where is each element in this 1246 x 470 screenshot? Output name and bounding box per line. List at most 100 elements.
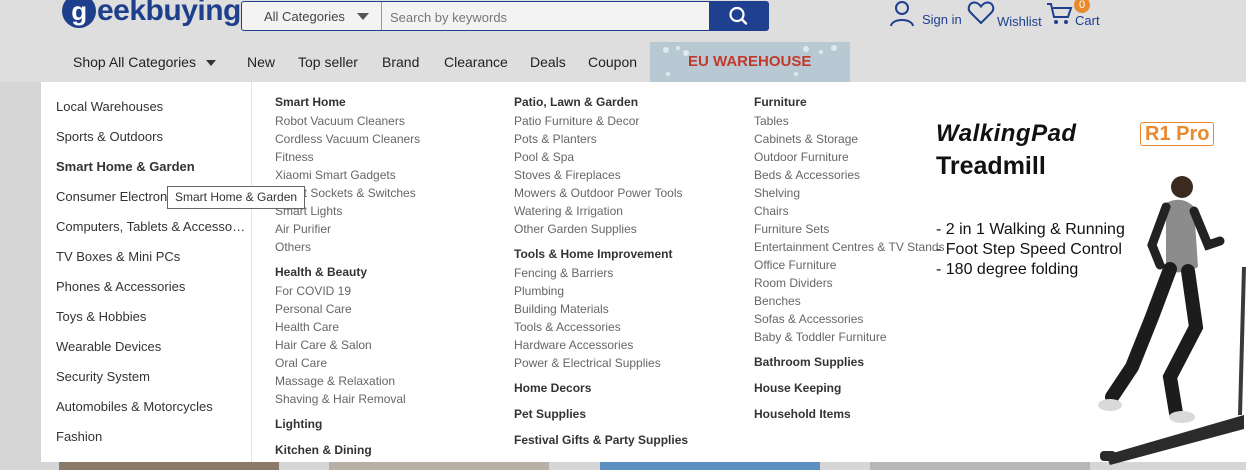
subcategory-link[interactable]: Massage & Relaxation xyxy=(275,374,395,388)
subcategory-link[interactable]: Hardware Accessories xyxy=(514,338,633,352)
subcategory-link[interactable]: Cordless Vacuum Cleaners xyxy=(275,132,420,146)
subcategory-link[interactable]: Patio Furniture & Decor xyxy=(514,114,639,128)
sidebar-item-toys[interactable]: Toys & Hobbies xyxy=(56,309,249,324)
group-heading-patio-lawn-garden[interactable]: Patio, Lawn & Garden xyxy=(514,95,638,109)
subcategory-link[interactable]: Oral Care xyxy=(275,356,327,370)
subcategory-link[interactable]: Room Dividers xyxy=(754,276,833,290)
subcategory-link[interactable]: Tables xyxy=(754,114,789,128)
subcategory-link[interactable]: Hair Care & Salon xyxy=(275,338,372,352)
cart-label: Cart xyxy=(1075,13,1100,28)
eu-warehouse-banner[interactable]: EU WAREHOUSE xyxy=(650,42,850,82)
sidebar-item-sports-outdoors[interactable]: Sports & Outdoors xyxy=(56,129,249,144)
sidebar-item-computers-tablets[interactable]: Computers, Tablets & Accessories xyxy=(56,219,249,234)
search-button[interactable] xyxy=(709,2,768,30)
subcategory-link[interactable]: Mowers & Outdoor Power Tools xyxy=(514,186,683,200)
nav-brand[interactable]: Brand xyxy=(382,54,419,70)
sidebar-item-wearables[interactable]: Wearable Devices xyxy=(56,339,249,354)
subcategory-link[interactable]: Furniture Sets xyxy=(754,222,829,236)
subcategory-link[interactable]: Chairs xyxy=(754,204,789,218)
bottom-banner-1[interactable] xyxy=(59,462,279,470)
subcategory-link[interactable]: Watering & Irrigation xyxy=(514,204,623,218)
sidebar-item-security[interactable]: Security System xyxy=(56,369,249,384)
heart-icon xyxy=(967,1,995,25)
nav-clearance[interactable]: Clearance xyxy=(444,54,508,70)
search-icon xyxy=(729,6,748,25)
subcategory-link[interactable]: Outdoor Furniture xyxy=(754,150,849,164)
subcategory-link[interactable]: Building Materials xyxy=(514,302,609,316)
subcategory-link[interactable]: Stoves & Fireplaces xyxy=(514,168,621,182)
chevron-down-icon xyxy=(205,60,216,67)
category-dropdown: Local Warehouses Sports & Outdoors Smart… xyxy=(41,82,1246,465)
sidebar-item-smart-home-garden[interactable]: Smart Home & Garden xyxy=(56,159,249,174)
subcategory-link[interactable]: Shaving & Hair Removal xyxy=(275,392,406,406)
site-logo[interactable]: ggeekbuyingeekbuying xyxy=(62,0,241,28)
group-heading-household-items[interactable]: Household Items xyxy=(754,407,851,421)
subcategory-link[interactable]: Sofas & Accessories xyxy=(754,312,863,326)
subcategory-link[interactable]: Benches xyxy=(754,294,801,308)
subcategory-link[interactable]: For COVID 19 xyxy=(275,284,351,298)
group-heading-furniture[interactable]: Furniture xyxy=(754,95,807,109)
subcategory-link[interactable]: Fitness xyxy=(275,150,314,164)
bottom-banner-4[interactable] xyxy=(870,462,1090,470)
cart-count-badge: 0 xyxy=(1074,0,1090,13)
subcategory-link[interactable]: Fencing & Barriers xyxy=(514,266,613,280)
bottom-banner-3[interactable] xyxy=(600,462,820,470)
group-heading-smart-home[interactable]: Smart Home xyxy=(275,95,346,109)
subcategory-link[interactable]: Pool & Spa xyxy=(514,150,574,164)
nav-deals[interactable]: Deals xyxy=(530,54,566,70)
subcategory-link[interactable]: Others xyxy=(275,240,311,254)
subcategory-link[interactable]: Beds & Accessories xyxy=(754,168,860,182)
search-input[interactable] xyxy=(390,6,700,28)
group-heading-home-decors[interactable]: Home Decors xyxy=(514,381,591,395)
subcategory-link[interactable]: Power & Electrical Supplies xyxy=(514,356,661,370)
subcategory-link[interactable]: Personal Care xyxy=(275,302,352,316)
sidebar-item-tv-boxes[interactable]: TV Boxes & Mini PCs xyxy=(56,249,249,264)
logo-wordmark: eekbuying xyxy=(97,0,241,27)
sidebar-item-automobiles[interactable]: Automobiles & Motorcycles xyxy=(56,399,249,414)
subcategory-link[interactable]: Pots & Planters xyxy=(514,132,597,146)
nav-coupon[interactable]: Coupon xyxy=(588,54,637,70)
search-bar: All Categories xyxy=(241,1,769,31)
subcategory-link[interactable]: Xiaomi Smart Gadgets xyxy=(275,168,396,182)
sidebar-item-phones[interactable]: Phones & Accessories xyxy=(56,279,249,294)
group-heading-kitchen-dining[interactable]: Kitchen & Dining xyxy=(275,443,372,457)
site-header: ggeekbuyingeekbuying All Categories Sign… xyxy=(0,0,1246,82)
nav-new[interactable]: New xyxy=(247,54,275,70)
sidebar-item-local-warehouses[interactable]: Local Warehouses xyxy=(56,99,249,114)
subcategory-link[interactable]: Office Furniture xyxy=(754,258,836,272)
subcategory-link[interactable]: Other Garden Supplies xyxy=(514,222,637,236)
promo-title: Treadmill xyxy=(936,152,1046,180)
sidebar-tooltip: Smart Home & Garden xyxy=(167,186,306,209)
group-heading-lighting[interactable]: Lighting xyxy=(275,417,322,431)
category-select-label: All Categories xyxy=(264,9,345,24)
promo-model-badge: R1 Pro xyxy=(1140,122,1215,146)
group-heading-bathroom-supplies[interactable]: Bathroom Supplies xyxy=(754,355,864,369)
subcategory-link[interactable]: Entertainment Centres & TV Stands xyxy=(754,240,945,254)
group-heading-tools-home-improvement[interactable]: Tools & Home Improvement xyxy=(514,247,672,261)
subcategory-link[interactable]: Tools & Accessories xyxy=(514,320,621,334)
eu-warehouse-label: EU WAREHOUSE xyxy=(688,53,812,70)
bottom-banner-2[interactable] xyxy=(329,462,549,470)
category-select[interactable]: All Categories xyxy=(242,2,382,30)
subcategory-link[interactable]: Cabinets & Storage xyxy=(754,132,858,146)
sidebar-item-fashion[interactable]: Fashion xyxy=(56,429,249,444)
sign-in-label: Sign in xyxy=(922,12,962,27)
wishlist-label: Wishlist xyxy=(997,14,1042,29)
group-heading-pet-supplies[interactable]: Pet Supplies xyxy=(514,407,586,421)
shop-all-categories[interactable]: Shop All Categories xyxy=(73,54,216,70)
subcategory-link[interactable]: Plumbing xyxy=(514,284,564,298)
chevron-down-icon xyxy=(357,13,369,20)
category-sidebar: Local Warehouses Sports & Outdoors Smart… xyxy=(41,82,252,462)
cart-icon xyxy=(1047,3,1073,24)
promo-banner[interactable]: WalkingPad R1 Pro Treadmill - 2 in 1 Wal… xyxy=(936,82,1246,465)
nav-top-seller[interactable]: Top seller xyxy=(298,54,358,70)
subcategory-link[interactable]: Shelving xyxy=(754,186,800,200)
group-heading-health-beauty[interactable]: Health & Beauty xyxy=(275,265,367,279)
subcategory-link[interactable]: Health Care xyxy=(275,320,339,334)
group-heading-house-keeping[interactable]: House Keeping xyxy=(754,381,841,395)
group-heading-festival-gifts[interactable]: Festival Gifts & Party Supplies xyxy=(514,433,688,447)
subcategory-link[interactable]: Air Purifier xyxy=(275,222,331,236)
subcategory-link[interactable]: Robot Vacuum Cleaners xyxy=(275,114,405,128)
subcategory-link[interactable]: Baby & Toddler Furniture xyxy=(754,330,887,344)
logo-mark: g xyxy=(62,0,96,28)
